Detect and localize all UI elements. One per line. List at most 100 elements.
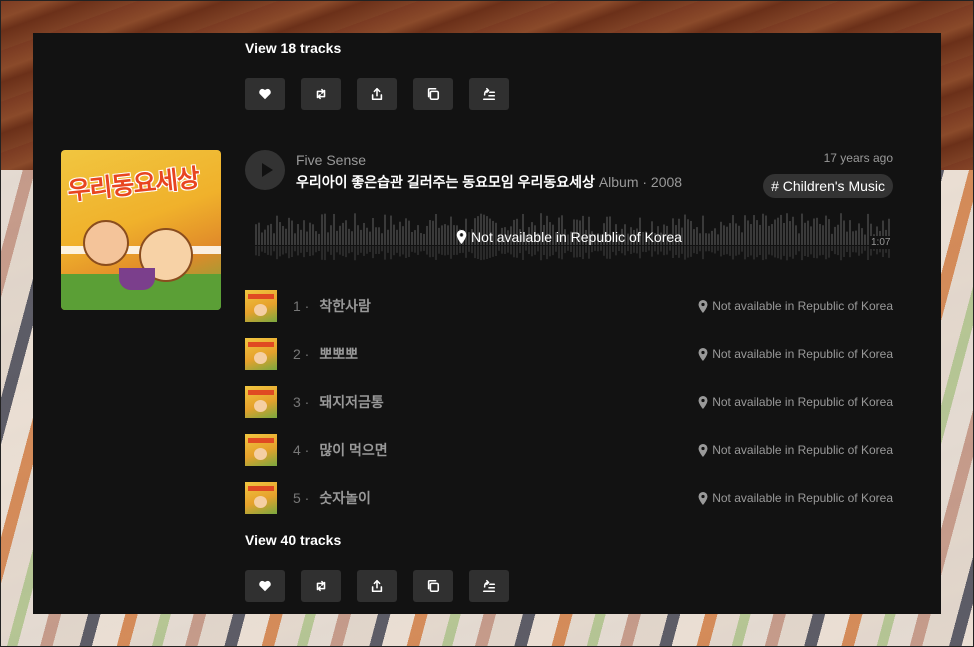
repost-icon xyxy=(316,88,326,100)
waveform-bar-reflection xyxy=(453,246,455,255)
copy-link-icon xyxy=(427,87,440,101)
waveform-bar-reflection xyxy=(429,246,431,258)
share-button[interactable] xyxy=(357,570,397,602)
waveform-bar-reflection xyxy=(357,246,359,255)
waveform-bar-reflection xyxy=(840,246,842,261)
waveform-bar-reflection xyxy=(432,246,434,257)
waveform-bar-reflection xyxy=(537,246,539,252)
waveform-bar-reflection xyxy=(609,246,611,259)
track-unavailable: Not available in Republic of Korea xyxy=(698,347,893,361)
artist-name[interactable]: Five Sense xyxy=(296,152,366,168)
track-title[interactable]: 돼지저금통 xyxy=(319,392,383,412)
waveform-bar-reflection xyxy=(690,246,692,257)
add-to-next-up-button[interactable] xyxy=(469,78,509,110)
track-row[interactable]: 3 · 돼지저금통 Not available in Republic of K… xyxy=(245,386,893,418)
track-title[interactable]: 많이 먹으면 xyxy=(319,440,387,460)
waveform-bar-reflection xyxy=(450,246,452,259)
track-row[interactable]: 2 · 뽀뽀뽀 Not available in Republic of Kor… xyxy=(245,338,893,370)
copy-link-button[interactable] xyxy=(413,78,453,110)
waveform-bar-reflection xyxy=(561,246,563,260)
waveform-bar-reflection xyxy=(660,246,662,252)
add-to-next-up-button[interactable] xyxy=(469,570,509,602)
waveform-bar-reflection xyxy=(576,246,578,258)
view-tracks-link[interactable]: View 40 tracks xyxy=(245,532,341,548)
waveform-bar-reflection xyxy=(492,246,494,257)
cover-basket xyxy=(119,268,155,290)
waveform-bar-reflection xyxy=(828,246,830,258)
waveform-bar-reflection xyxy=(486,246,488,260)
waveform-bar-reflection xyxy=(774,246,776,258)
waveform-bar-reflection xyxy=(765,246,767,260)
waveform-bar-reflection xyxy=(279,246,281,257)
waveform-bar-reflection xyxy=(789,246,791,257)
album-title-line: 우리아이 좋은습관 길러주는 동요모임 우리동요세상 Album · 2008 xyxy=(296,172,682,192)
waveform-bar-reflection xyxy=(618,246,620,252)
add-to-next-up-icon xyxy=(482,87,496,101)
waveform-bar-reflection xyxy=(597,246,599,252)
waveform-bar-reflection xyxy=(471,246,473,254)
track-row[interactable]: 4 · 많이 먹으면 Not available in Republic of … xyxy=(245,434,893,466)
track-row[interactable]: 5 · 숫자놀이 Not available in Republic of Ko… xyxy=(245,482,893,514)
share-button[interactable] xyxy=(357,78,397,110)
track-duration: 1:07 xyxy=(869,236,893,249)
view-tracks-link-top[interactable]: View 18 tracks xyxy=(245,40,341,56)
waveform-unavailable-message: Not available in Republic of Korea xyxy=(245,229,893,245)
location-pin-icon xyxy=(698,299,708,313)
track-title[interactable]: 숫자놀이 xyxy=(319,488,371,508)
track-number: 5 · xyxy=(293,490,310,506)
waveform-bar-reflection xyxy=(345,246,347,258)
waveform-bar-reflection xyxy=(405,246,407,259)
waveform-bar-reflection xyxy=(552,246,554,256)
waveform-bar-reflection xyxy=(810,246,812,255)
waveform-bar-reflection xyxy=(738,246,740,255)
waveform-bar-reflection xyxy=(639,246,641,259)
waveform-bar-reflection xyxy=(531,246,533,257)
waveform-bar-reflection xyxy=(699,246,701,252)
track-unavailable: Not available in Republic of Korea xyxy=(698,395,893,409)
waveform-bar-reflection xyxy=(711,246,713,253)
waveform-bar-reflection xyxy=(735,246,737,256)
waveform-bar-reflection xyxy=(717,246,719,251)
waveform-bar-reflection xyxy=(654,246,656,252)
waveform-bar-reflection xyxy=(336,246,338,253)
waveform-bar-reflection xyxy=(549,246,551,257)
waveform-bar-reflection xyxy=(819,246,821,256)
track-title[interactable]: 뽀뽀뽀 xyxy=(319,344,358,364)
waveform-bar-reflection xyxy=(741,246,743,252)
waveform-bar-reflection xyxy=(612,246,614,252)
location-pin-icon xyxy=(456,230,467,244)
track-row[interactable]: 1 · 착한사람 Not available in Republic of Ko… xyxy=(245,290,893,322)
genre-tag[interactable]: # Children's Music xyxy=(763,174,893,198)
track-unavailable-text: Not available in Republic of Korea xyxy=(712,347,893,361)
waveform-bar-reflection xyxy=(303,246,305,258)
waveform-bar-reflection xyxy=(339,246,341,255)
play-button[interactable] xyxy=(245,150,285,190)
waveform-bar-reflection xyxy=(807,246,809,257)
repost-button[interactable] xyxy=(301,570,341,602)
album-cover[interactable]: 우리동요세상 xyxy=(61,150,221,310)
waveform-bar-reflection xyxy=(744,246,746,260)
waveform-bar-reflection xyxy=(555,246,557,252)
track-unavailable: Not available in Republic of Korea xyxy=(698,443,893,457)
cover-title-artwork: 우리동요세상 xyxy=(66,163,201,206)
album-title[interactable]: 우리아이 좋은습관 길러주는 동요모임 우리동요세상 xyxy=(296,174,595,190)
track-thumbnail xyxy=(245,386,277,418)
waveform-bar-reflection xyxy=(801,246,803,261)
track-title[interactable]: 착한사람 xyxy=(319,296,371,316)
waveform-bar-reflection xyxy=(861,246,863,254)
waveform-bar-reflection xyxy=(498,246,500,251)
waveform-bar-reflection xyxy=(393,246,395,256)
waveform-bar-reflection xyxy=(417,246,419,255)
action-bar xyxy=(245,570,509,602)
waveform-message-text: Not available in Republic of Korea xyxy=(471,229,682,245)
waveform-bar-reflection xyxy=(705,246,707,252)
waveform-bar-reflection xyxy=(495,246,497,256)
waveform-bar-reflection xyxy=(672,246,674,258)
waveform-bar-reflection xyxy=(465,246,467,258)
copy-link-button[interactable] xyxy=(413,570,453,602)
repost-button[interactable] xyxy=(301,78,341,110)
waveform-bar-reflection xyxy=(714,246,716,254)
like-button[interactable] xyxy=(245,570,285,602)
waveform-bar-reflection xyxy=(447,246,449,255)
like-button[interactable] xyxy=(245,78,285,110)
